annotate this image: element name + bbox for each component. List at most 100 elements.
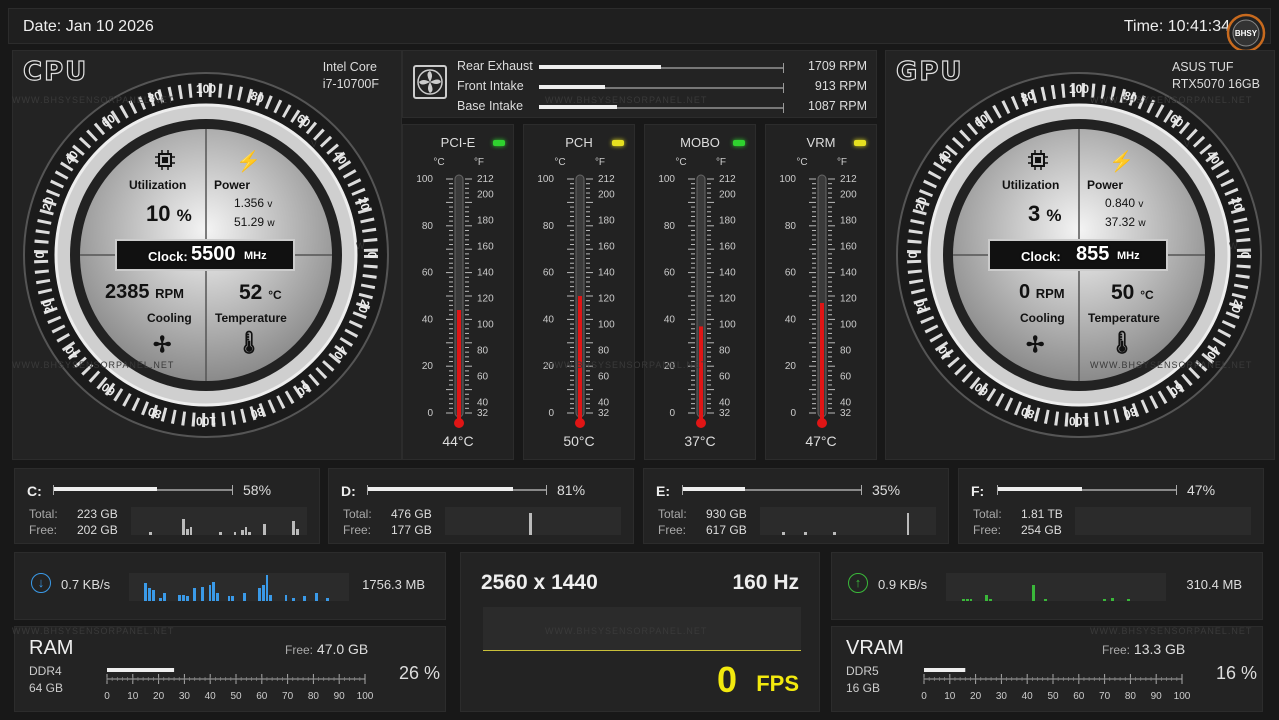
thermo-c-label: 100 [779, 174, 796, 185]
fan-bar [539, 63, 784, 73]
gpu-cooling-label: Cooling [1020, 311, 1065, 325]
case-fan-icon [413, 65, 447, 99]
activity-bar [1044, 599, 1048, 601]
fahrenheit-unit: °F [474, 157, 484, 168]
drive-percent: 58% [243, 482, 272, 498]
thermo-f-label: 80 [719, 346, 731, 357]
thermo-f-label: 32 [719, 408, 731, 419]
activity-bar [149, 531, 152, 535]
thermo-f-label: 200 [477, 190, 494, 201]
watermark: WWW.BHSYSENSORPANEL.NET [545, 626, 708, 636]
gpu-clock-box: Clock: 855 MHz [988, 239, 1168, 271]
gpu-model: ASUS TUF RTX5070 16GB [1172, 59, 1260, 93]
scale-label: 80 [308, 691, 320, 702]
usage-fill [924, 668, 966, 672]
scale-label: 70 [1099, 691, 1111, 702]
drive-total-label: Total: [29, 507, 58, 521]
fans-panel: Rear Exhaust 1709 RPM Front Intake 913 R… [402, 50, 877, 118]
thermo-c-label: 0 [669, 408, 675, 419]
scale-label: 80 [1125, 691, 1137, 702]
activity-bar [182, 594, 185, 601]
gauge-scale-label: 100 [1069, 414, 1089, 428]
thermo-f-label: 60 [719, 372, 731, 383]
activity-bar [965, 599, 969, 601]
thermo-f-label: 212 [598, 174, 615, 185]
status-led [493, 140, 505, 146]
thermo-f-label: 100 [719, 320, 736, 331]
thermo-f-label: 60 [840, 372, 852, 383]
activity-bar [212, 581, 216, 601]
scale-label: 20 [970, 691, 982, 702]
thermo-f-label: 120 [840, 294, 857, 305]
activity-bar [244, 527, 248, 535]
gpu-model-line2: RTX5070 16GB [1171, 77, 1260, 91]
activity-bar [782, 531, 785, 535]
thermo-c-label: 0 [790, 408, 796, 419]
gpu-utilization-value: 3 % [1028, 201, 1062, 226]
drive-activity-graph [131, 507, 307, 535]
drive-c: C: 58% Total: 223 GB Free: 202 GB [14, 468, 320, 544]
thermo-f-label: 212 [719, 174, 736, 185]
thermometer-icon: 🌡 [1108, 330, 1136, 355]
fan-icon: ✢ [153, 332, 172, 357]
drive-total: 930 GB [706, 507, 747, 521]
thermo-f-label: 80 [840, 346, 852, 357]
fan-bar [539, 103, 784, 113]
celsius-unit: °C [433, 157, 444, 168]
status-led [733, 140, 745, 146]
thermo-f-label: 160 [598, 242, 615, 253]
upload-graph [946, 573, 1166, 601]
fan-row-front: Front Intake 913 RPM [457, 77, 867, 97]
thermo-vrm: VRM °C °F 100 80 60 40 20 0 212 200 180 160 140 120 10… [765, 124, 877, 460]
activity-bar [257, 588, 261, 601]
power-icon: ⚡ [1109, 151, 1134, 173]
celsius-unit: °C [796, 157, 807, 168]
display-refresh: 160 Hz [732, 571, 799, 594]
gauge-v-label: V [311, 139, 317, 149]
power-icon: ⚡ [236, 151, 261, 173]
drive-d: D: 81% Total: 476 GB Free: 177 GB [328, 468, 634, 544]
activity-bar [147, 588, 151, 601]
gpu-watts: 37.32 w [1105, 215, 1146, 229]
thermo-f-label: 180 [840, 216, 857, 227]
fan-icon: ✢ [1026, 332, 1045, 357]
scale-label: 10 [944, 691, 956, 702]
fan-name: Front Intake [457, 79, 524, 93]
status-led [854, 140, 866, 146]
cpu-clock-unit: MHz [244, 250, 267, 262]
thermo-c-label: 60 [543, 268, 555, 279]
activity-bar [303, 596, 307, 601]
gauge-scale-label: 100 [196, 414, 216, 428]
thermo-f-label: 120 [477, 294, 494, 305]
gpu-model-line1: ASUS TUF [1171, 60, 1234, 74]
download-rate: 0.7 KB/s [61, 577, 111, 592]
cpu-clock-label: Clock: [148, 249, 188, 264]
logo-text: BHSY [1235, 29, 1258, 38]
gpu-clock-value: 855 [1076, 243, 1110, 265]
thermo-f-label: 32 [477, 408, 489, 419]
cpu-utilization-label: Utilization [129, 178, 187, 192]
ram-panel: RAM Free: 47.0 GB DDR4 64 GB 0 10 20 30 40 50… [14, 626, 446, 712]
thermo-fill [699, 326, 703, 419]
drive-total-label: Total: [973, 507, 1002, 521]
cpu-model-line1: Intel Core [322, 60, 377, 74]
thermo-f-label: 120 [719, 294, 736, 305]
activity-bar [989, 599, 993, 601]
drive-activity-graph [1075, 507, 1251, 535]
scale-label: 100 [357, 691, 373, 702]
activity-bar [292, 520, 295, 535]
thermo-f-label: 200 [598, 190, 615, 201]
thermo-bulb [696, 418, 706, 428]
drive-free-label: Free: [973, 523, 1002, 537]
drive-free: 177 GB [391, 523, 432, 537]
ram-usage-scale: 0 10 20 30 40 50 60 70 80 90 100 [104, 668, 373, 702]
activity-bar [833, 531, 836, 535]
activity-bar [1126, 599, 1130, 601]
watermark: WWW.BHSYSENSORPANEL.NET [1090, 95, 1253, 105]
time-display: Time: 10:41:34 [1123, 18, 1230, 35]
drive-free-label: Free: [343, 523, 372, 537]
fps-value: 0 [716, 659, 737, 700]
fan-value: 913 RPM [814, 79, 867, 93]
thermo-f-label: 180 [477, 216, 494, 227]
cpu-tag: CPU [22, 56, 89, 87]
